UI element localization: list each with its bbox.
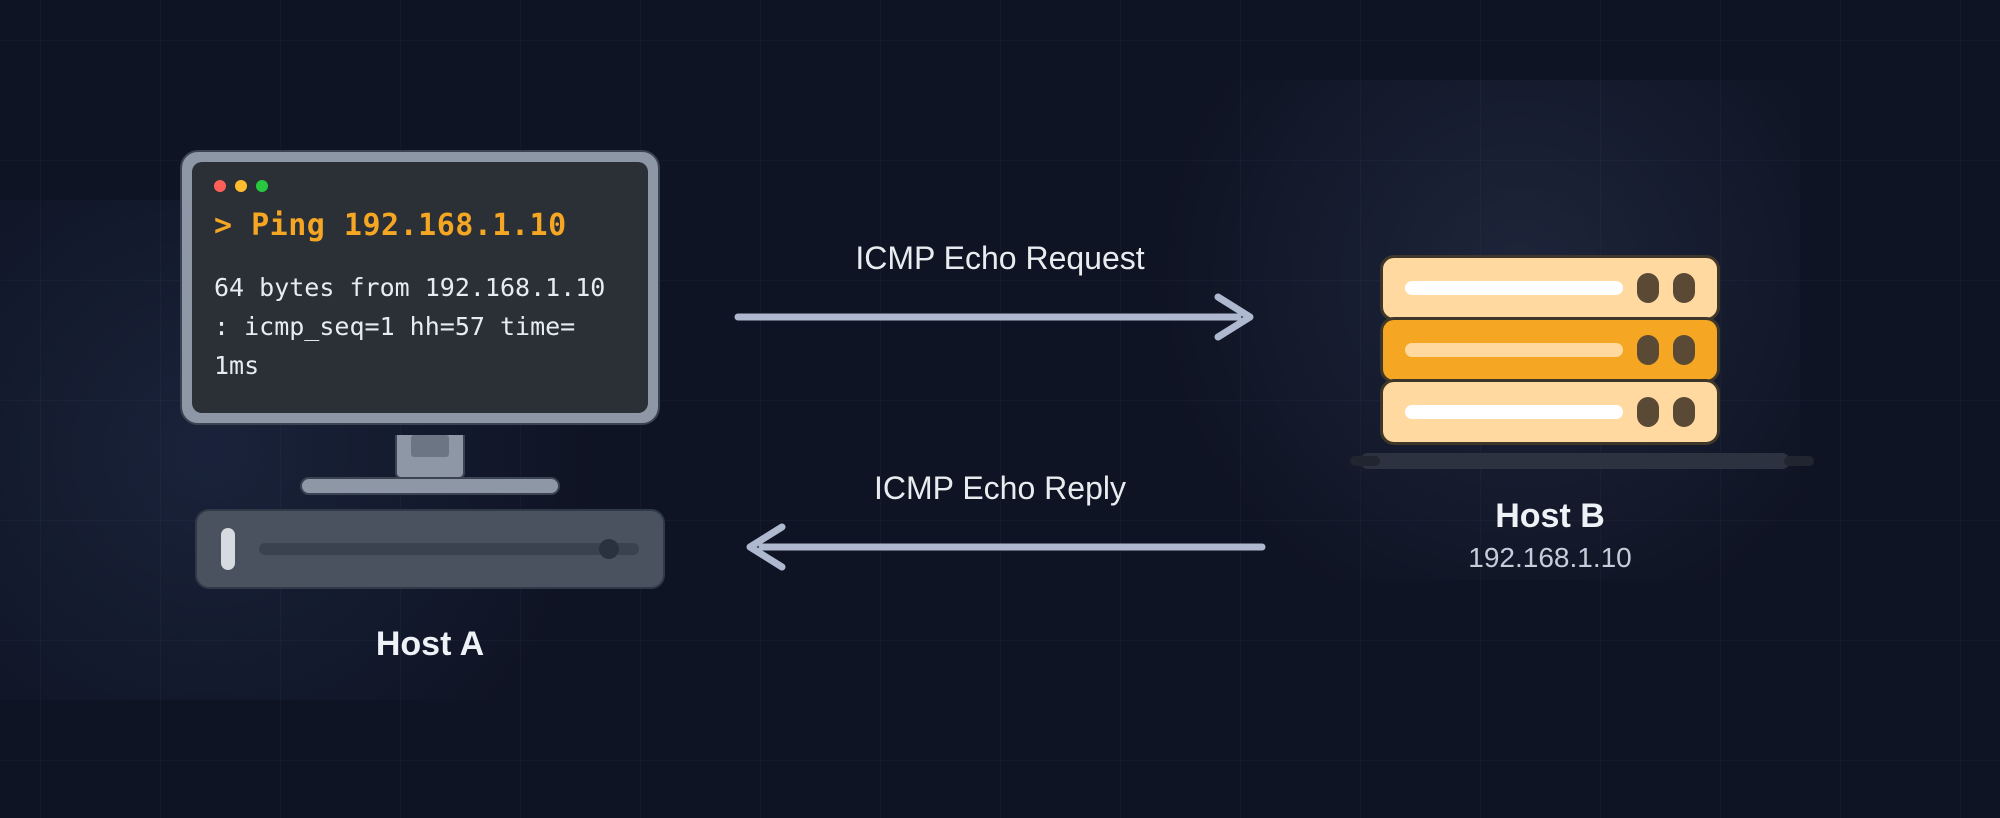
- monitor-icon: > Ping 192.168.1.10 64 bytes from 192.16…: [180, 150, 660, 425]
- server-stack-icon: [1380, 255, 1720, 445]
- arrow-left-icon: [730, 517, 1270, 577]
- desktop-tower-icon: [195, 509, 665, 589]
- optical-drive-icon: [259, 543, 639, 555]
- reply-arrow-label: ICMP Echo Reply: [730, 470, 1270, 507]
- request-arrow: ICMP Echo Request: [730, 240, 1270, 347]
- server-unit-icon: [1380, 379, 1720, 445]
- zoom-dot-icon: [256, 180, 268, 192]
- host-b-label: Host B: [1360, 497, 1740, 536]
- terminal-command: > Ping 192.168.1.10: [214, 208, 626, 243]
- server-unit-icon: [1380, 317, 1720, 383]
- minimize-dot-icon: [235, 180, 247, 192]
- request-arrow-label: ICMP Echo Request: [730, 240, 1270, 277]
- server-shelf-icon: [1360, 453, 1790, 469]
- server-unit-icon: [1380, 255, 1720, 321]
- power-led-icon: [221, 528, 235, 570]
- arrow-right-icon: [730, 287, 1270, 347]
- monitor-base-icon: [300, 477, 560, 495]
- host-a-label: Host A: [180, 625, 680, 664]
- terminal-screen: > Ping 192.168.1.10 64 bytes from 192.16…: [192, 162, 648, 413]
- host-b: Host B 192.168.1.10: [1360, 255, 1740, 574]
- window-traffic-lights-icon: [214, 180, 626, 192]
- close-dot-icon: [214, 180, 226, 192]
- monitor-stand-icon: [395, 435, 465, 479]
- host-a: > Ping 192.168.1.10 64 bytes from 192.16…: [180, 150, 680, 664]
- host-b-ip: 192.168.1.10: [1360, 542, 1740, 574]
- reply-arrow: ICMP Echo Reply: [730, 470, 1270, 577]
- terminal-output: 64 bytes from 192.168.1.10 : icmp_seq=1 …: [214, 269, 626, 385]
